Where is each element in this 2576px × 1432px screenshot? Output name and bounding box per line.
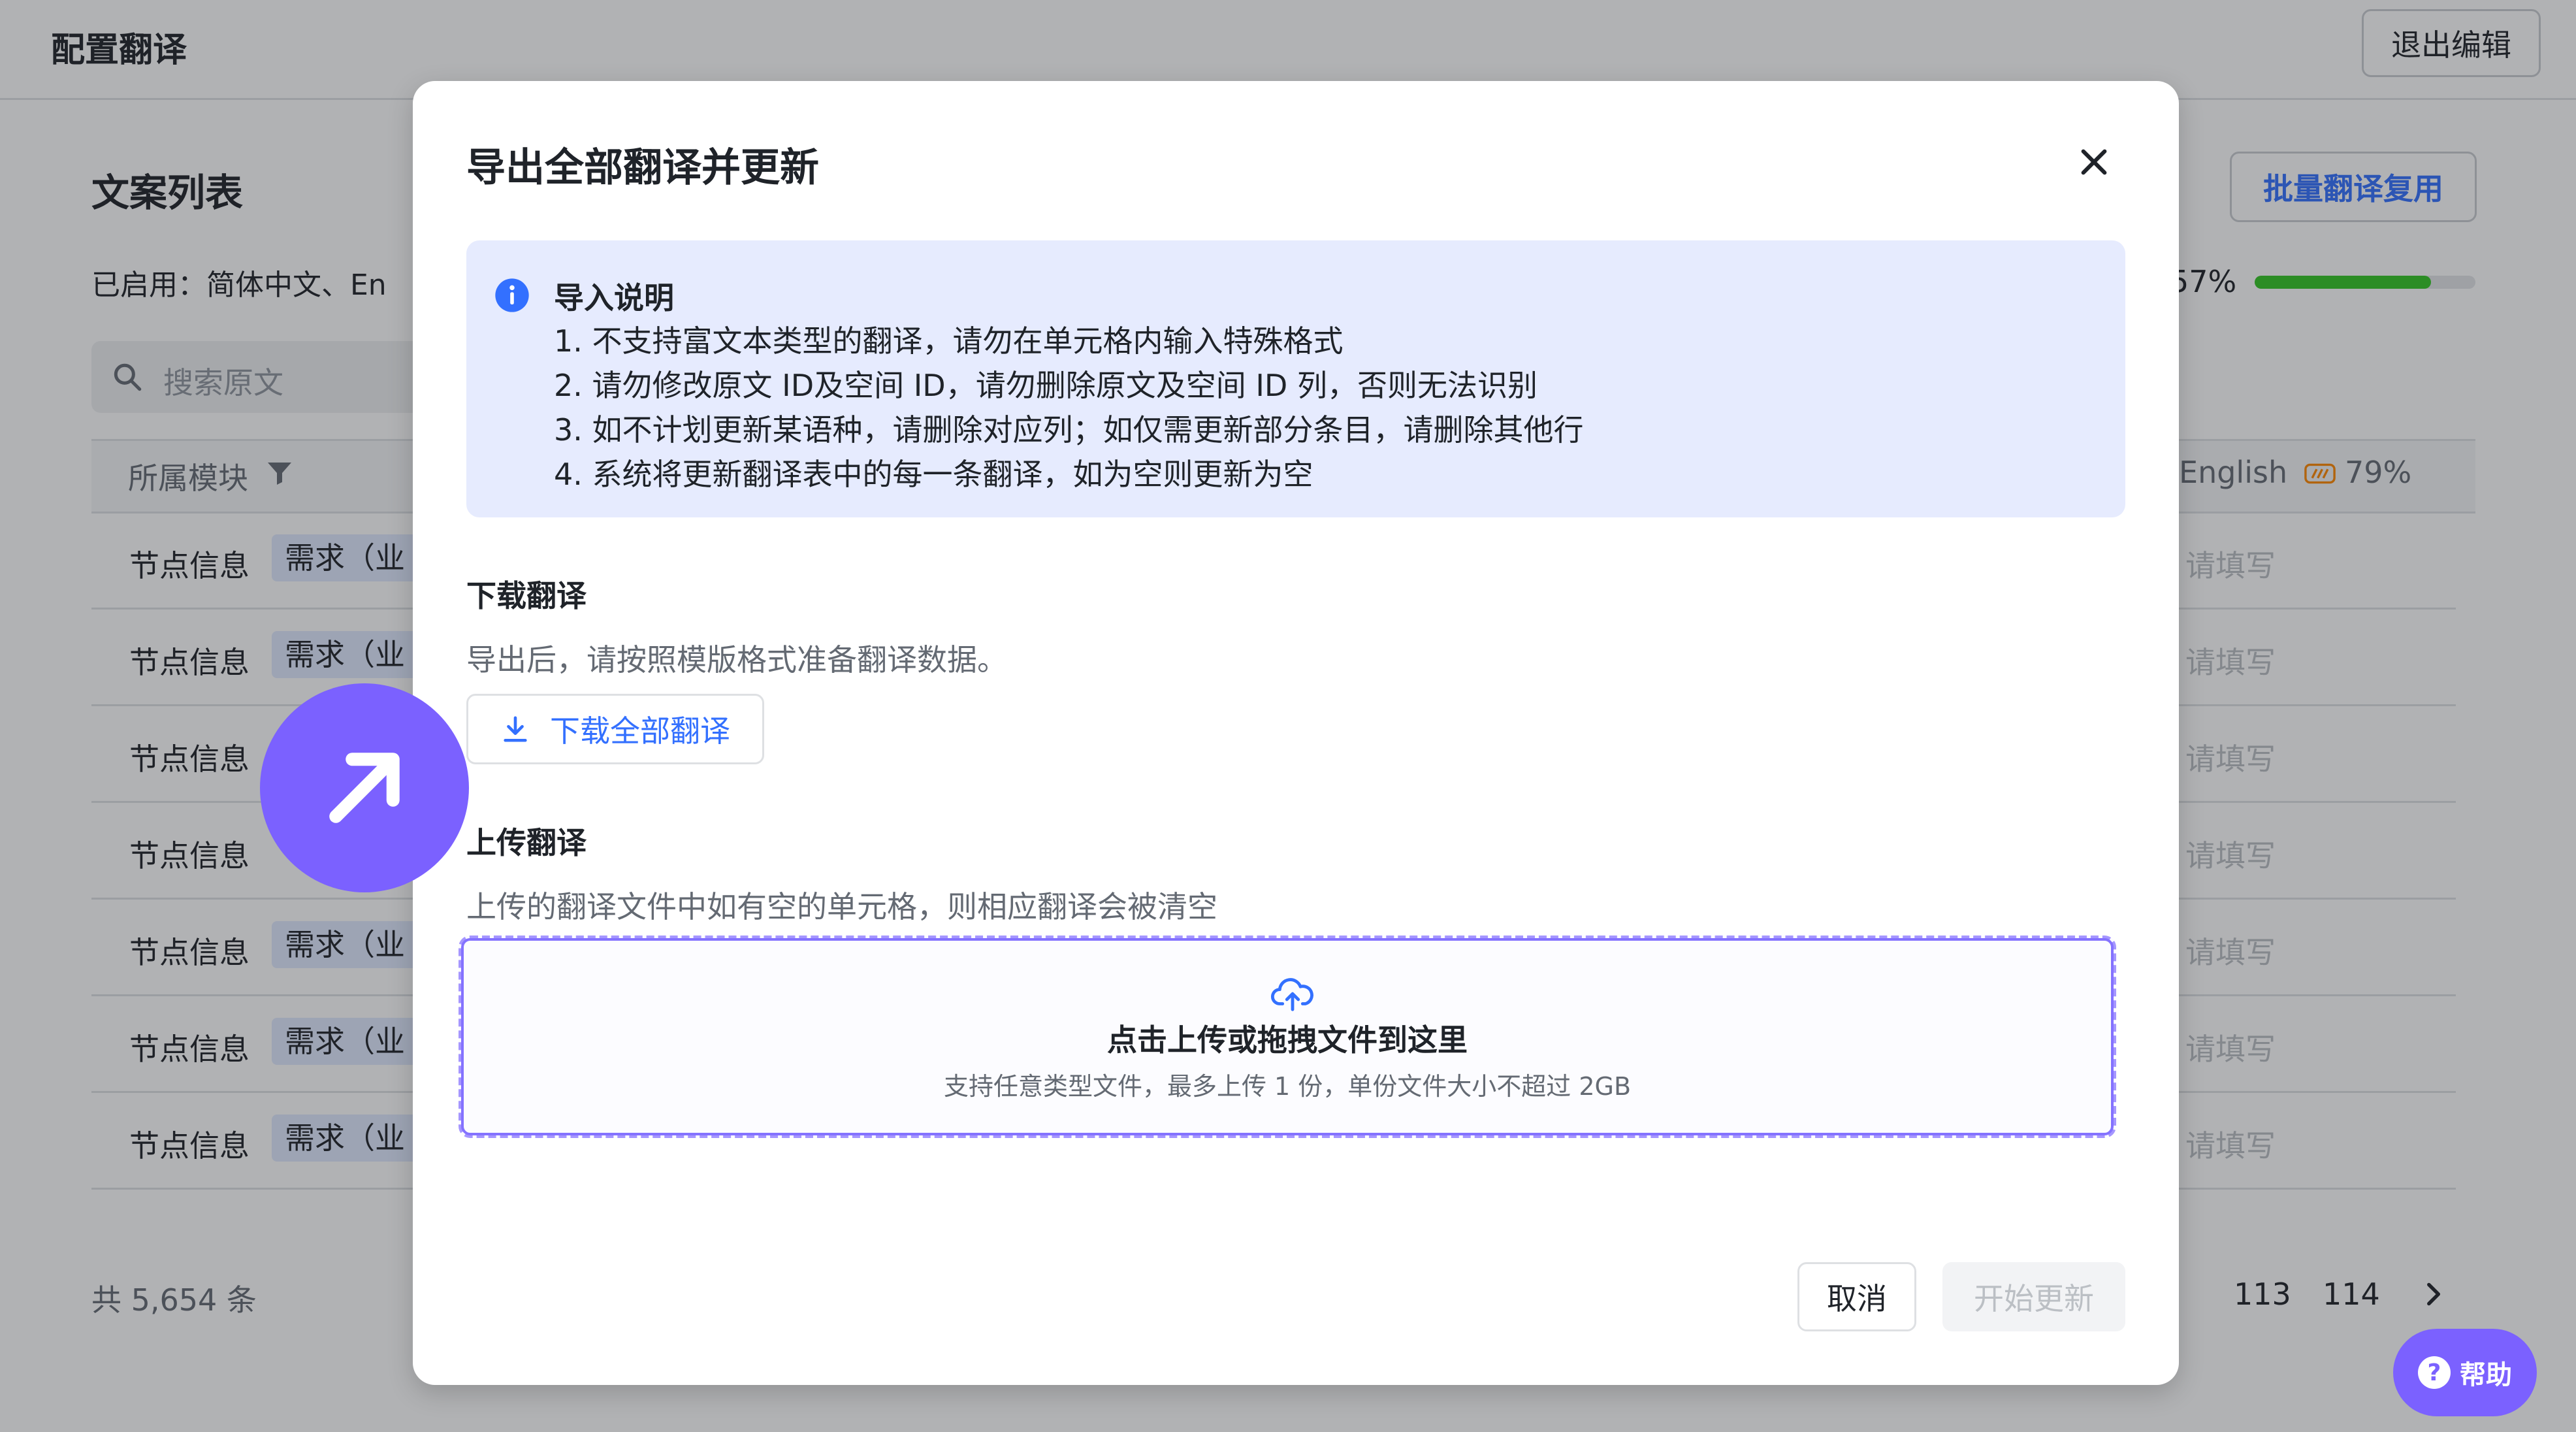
- cursor-arrow-icon: [260, 683, 469, 892]
- download-section-title: 下载翻译: [466, 578, 587, 613]
- upload-section-title: 上传翻译: [466, 825, 587, 860]
- arrow-up-right-icon: [329, 753, 400, 823]
- notice-line-3: 3. 如不计划更新某语种，请删除对应列；如仅需更新部分条目，请删除其他行: [554, 412, 1584, 448]
- start-update-button[interactable]: 开始更新: [1942, 1262, 2125, 1331]
- dialog-title: 导出全部翻译并更新: [466, 145, 819, 191]
- upload-zone-subtitle: 支持任意类型文件，最多上传 1 份，单份文件大小不超过 2GB: [943, 1072, 1632, 1101]
- notice-title: 导入说明: [554, 280, 674, 316]
- help-icon: ?: [2418, 1356, 2451, 1389]
- notice-line-2: 2. 请勿修改原文 ID及空间 ID，请勿删除原文及空间 ID 列，否则无法识别: [554, 368, 1538, 403]
- download-section-desc: 导出后，请按照模版格式准备翻译数据。: [466, 642, 1007, 677]
- upload-zone-title: 点击上传或拖拽文件到这里: [1107, 1022, 1468, 1058]
- close-icon[interactable]: [2076, 144, 2112, 180]
- download-all-button[interactable]: 下载全部翻译: [466, 694, 764, 764]
- notice-line-4: 4. 系统将更新翻译表中的每一条翻译，如为空则更新为空: [554, 457, 1313, 492]
- upload-section-desc: 上传的翻译文件中如有空的单元格，则相应翻译会被清空: [466, 889, 1217, 924]
- download-all-label: 下载全部翻译: [550, 713, 730, 749]
- notice-line-1: 1. 不支持富文本类型的翻译，请勿在单元格内输入特殊格式: [554, 323, 1344, 359]
- cloud-upload-icon: [1271, 978, 1313, 1011]
- download-icon: [504, 716, 527, 742]
- help-button[interactable]: ? 帮助: [2393, 1329, 2537, 1416]
- help-label: 帮助: [2460, 1360, 2512, 1390]
- upload-dropzone[interactable]: 点击上传或拖拽文件到这里 支持任意类型文件，最多上传 1 份，单份文件大小不超过…: [459, 936, 2116, 1138]
- import-notice: 导入说明 1. 不支持富文本类型的翻译，请勿在单元格内输入特殊格式 2. 请勿修…: [466, 240, 2125, 517]
- info-icon: [495, 278, 529, 312]
- cancel-button[interactable]: 取消: [1797, 1262, 1916, 1331]
- export-update-dialog: 导出全部翻译并更新 导入说明 1. 不支持富文本类型的翻译，请勿在单元格内输入特…: [413, 81, 2179, 1385]
